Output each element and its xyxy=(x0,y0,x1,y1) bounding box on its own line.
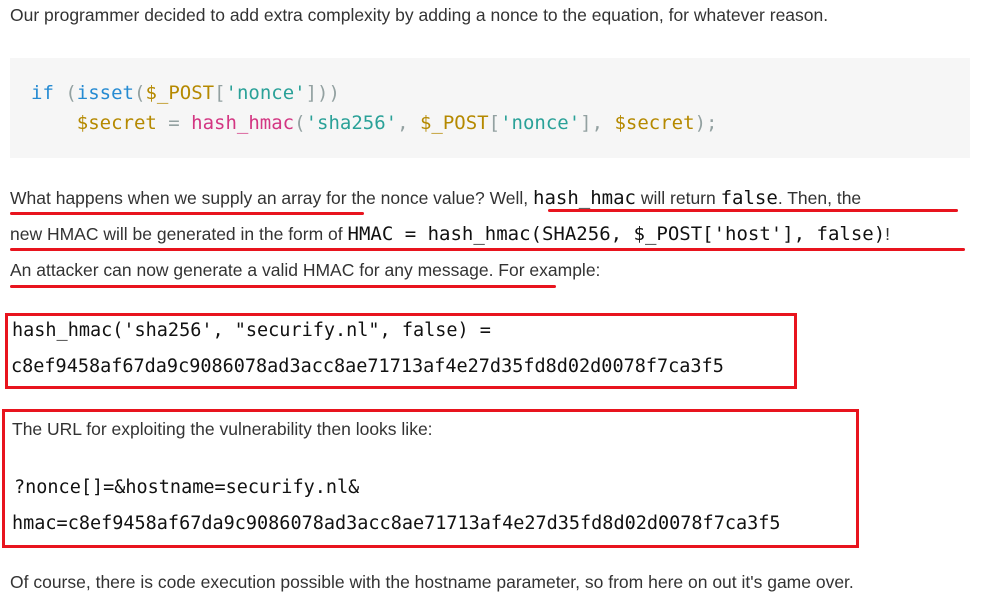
exploit-url-heading: The URL for exploiting the vulnerability… xyxy=(12,419,433,439)
explanation-line-2: new HMAC will be generated in the form o… xyxy=(10,223,891,245)
exploit-url-line-2: hmac=c8ef9458af67da9c9086078ad3acc8ae717… xyxy=(12,513,781,534)
code-line-2: $secret = hash_hmac('sha256', $_POST['no… xyxy=(76,112,718,134)
red-underline-3 xyxy=(10,285,556,288)
outro-paragraph: Of course, there is code execution possi… xyxy=(10,572,854,592)
red-underline-2 xyxy=(10,248,965,251)
exploit-url-box: The URL for exploiting the vulnerability… xyxy=(2,409,859,548)
hmac-result-line: c8ef9458af67da9c9086078ad3acc8ae71713af4… xyxy=(11,356,724,377)
explanation-line-3: An attacker can now generate a valid HMA… xyxy=(10,260,601,280)
exploit-url-line-1: ?nonce[]=&hostname=securify.nl& xyxy=(14,477,360,498)
code-block: if (isset($_POST['nonce'])) $secret = ha… xyxy=(10,58,970,158)
code-line-1: if (isset($_POST['nonce'])) xyxy=(31,82,340,104)
red-underline-1b xyxy=(548,209,958,212)
intro-paragraph: Our programmer decided to add extra comp… xyxy=(10,5,829,25)
red-underline-1a xyxy=(10,212,364,215)
hmac-call-line: hash_hmac('sha256', "securify.nl", false… xyxy=(12,320,491,341)
hmac-example-box: hash_hmac('sha256', "securify.nl", false… xyxy=(5,313,797,389)
explanation-line-1: What happens when we supply an array for… xyxy=(10,187,862,209)
